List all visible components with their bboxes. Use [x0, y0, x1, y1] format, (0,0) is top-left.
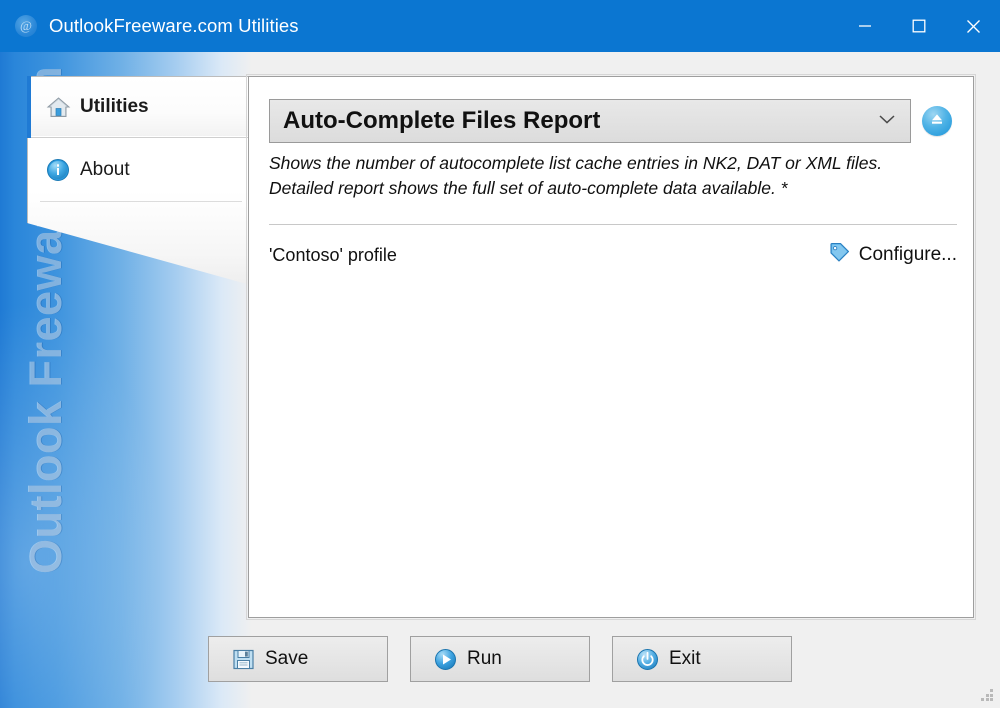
close-icon[interactable]: [946, 0, 1000, 52]
at-circle-icon: @: [15, 15, 37, 37]
window-title: OutlookFreeware.com Utilities: [49, 15, 299, 36]
eject-button[interactable]: [922, 106, 952, 136]
exit-button-label: Exit: [669, 648, 701, 669]
save-button-label: Save: [265, 648, 309, 669]
title-bar: @ OutlookFreeware.com Utilities: [0, 0, 1000, 52]
run-button-label: Run: [467, 648, 502, 669]
maximize-icon[interactable]: [892, 0, 946, 52]
sidebar-item-utilities[interactable]: Utilities: [27, 76, 254, 138]
report-select-value: Auto-Complete Files Report: [283, 107, 601, 134]
chevron-down-icon: [878, 112, 896, 130]
window-controls: [838, 0, 1000, 52]
sidebar-item-label: About: [80, 158, 130, 180]
section-divider: [269, 224, 957, 225]
report-select[interactable]: Auto-Complete Files Report: [269, 99, 911, 143]
menu-divider: [40, 201, 242, 202]
main-content-panel: Auto-Complete Files Report Shows the num…: [246, 74, 976, 620]
report-description: Shows the number of autocomplete list ca…: [269, 153, 883, 198]
footer-button-bar: Save Run Exit: [0, 636, 1000, 686]
eject-icon: [929, 111, 945, 132]
exit-button[interactable]: Exit: [612, 636, 792, 682]
sidebar-item-label: Utilities: [80, 96, 149, 117]
profile-row: 'Contoso' profile Configure...: [269, 240, 957, 270]
application-window: @ OutlookFreeware.com Utilities Outlook …: [0, 0, 1000, 708]
info-icon: [45, 157, 71, 183]
floppy-disk-icon: [231, 647, 255, 671]
power-circle-icon: [635, 647, 659, 671]
play-circle-icon: [433, 647, 457, 671]
report-selector-row: Auto-Complete Files Report: [269, 99, 957, 143]
tag-icon: [827, 240, 852, 270]
minimize-icon[interactable]: [838, 0, 892, 52]
sidebar-item-about[interactable]: About: [28, 139, 254, 200]
configure-button[interactable]: Configure...: [827, 240, 957, 270]
configure-label: Configure...: [858, 244, 957, 265]
resize-grip[interactable]: [981, 689, 994, 702]
run-button[interactable]: Run: [410, 636, 590, 682]
profile-name: 'Contoso' profile: [269, 244, 397, 265]
save-button[interactable]: Save: [208, 636, 388, 682]
home-icon: [45, 94, 71, 120]
